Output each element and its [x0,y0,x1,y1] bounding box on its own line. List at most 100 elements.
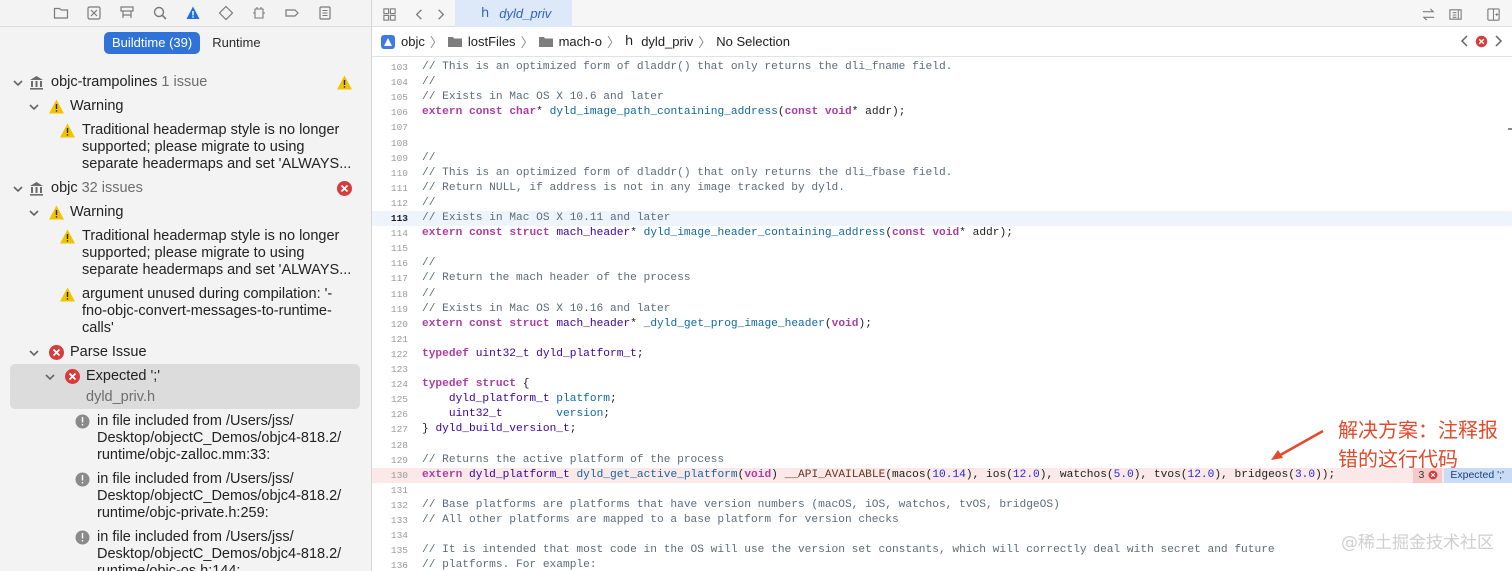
code-line[interactable]: 115 [372,241,1512,256]
code-text: // It is intended that most code in the … [422,544,1275,557]
note-text-line: runtime/objc-private.h:259: [97,505,269,521]
issue-row[interactable]: argument unused during compilation: '- f… [0,286,371,337]
code-text: // This is an optimized form of dladdr()… [422,166,953,179]
breadcrumb-file[interactable]: h dyld_priv [625,34,693,49]
code-line[interactable]: 104 // [372,75,1512,90]
code-line[interactable]: 119 // Exists in Mac OS X 10.16 and later [372,302,1512,317]
note-row[interactable]: in file included from /Users/jss/ Deskto… [0,413,371,464]
code-line[interactable]: 131 [372,483,1512,498]
note-text-line: Desktop/objectC_Demos/objc4-818.2/ [97,546,342,562]
source-control-icon[interactable] [77,2,110,24]
issue-group-objc-trampolines[interactable]: objc-trampolines 1 issue [0,74,371,91]
code-line[interactable]: 109 // [372,151,1512,166]
error-file: dyld_priv.h [86,389,156,405]
buildtime-tab[interactable]: Buildtime (39) [104,32,201,54]
code-line[interactable]: 114 extern const struct mach_header* dyld… [372,226,1512,241]
code-line[interactable]: 110 // This is an optimized form of dladd… [372,166,1512,181]
issue-text-line: supported; please migrate to using [82,245,305,261]
note-text-line: in file included from /Users/jss/ [97,413,294,429]
line-number: 113 [390,213,408,224]
code-line[interactable]: 136 // platforms. For example: [372,558,1512,571]
breadcrumb-folder[interactable]: lostFiles [447,34,516,49]
error-icon[interactable] [1475,35,1488,48]
code-line[interactable]: 121 [372,332,1512,347]
note-row[interactable]: in file included from /Users/jss/ Deskto… [0,471,371,522]
forward-chevron-icon[interactable] [430,4,450,24]
code-line[interactable]: 120 extern const struct mach_header* _dyl… [372,317,1512,332]
warning-category-row[interactable]: Warning [0,98,371,115]
code-line[interactable]: 117 // Return the mach header of the proc… [372,271,1512,286]
code-line[interactable]: 123 [372,362,1512,377]
hierarchy-icon[interactable] [110,2,143,24]
search-icon[interactable] [143,2,176,24]
parse-issue-category-row[interactable]: Parse Issue [0,344,371,361]
line-number: 132 [390,499,408,511]
grid-icon[interactable] [379,4,399,24]
code-line[interactable]: 125 dyld_platform_t platform; [372,392,1512,407]
issue-icon[interactable] [176,2,209,24]
chevron-down-icon[interactable] [28,207,40,219]
issue-scope-segmented-control: Buildtime (39) Runtime [104,32,269,54]
chevron-down-icon[interactable] [12,183,24,195]
breakpoint-icon[interactable] [275,2,308,24]
test-icon[interactable] [209,2,242,24]
report-icon[interactable] [308,2,341,24]
issue-group-objc[interactable]: objc 32 issues [0,180,371,197]
warning-icon [60,123,75,138]
swap-icon[interactable] [1418,4,1438,24]
debug-icon[interactable] [242,2,275,24]
chevron-down-icon[interactable] [12,77,24,89]
note-text-line: Desktop/objectC_Demos/objc4-818.2/ [97,430,342,446]
editor-options-icon[interactable] [1445,4,1465,24]
code-line[interactable]: 103 // This is an optimized form of dladd… [372,60,1512,75]
issue-row[interactable]: Traditional headermap style is no longer… [0,228,371,279]
category-label: Warning [70,204,124,220]
code-line[interactable]: 132 // Base platforms are platforms that … [372,498,1512,513]
line-number: 122 [390,348,408,360]
warning-category-row[interactable]: Warning [0,204,371,221]
code-line[interactable]: 116 // [372,256,1512,271]
selected-error-row[interactable]: Expected ';' dyld_priv.h [0,368,371,406]
breadcrumb-project[interactable]: objc [381,34,425,49]
breadcrumb-separator: 〉 [606,35,620,50]
line-number: 121 [390,333,408,345]
issue-text-line: calls' [82,320,114,336]
chevron-down-icon[interactable] [28,347,40,359]
breadcrumb-folder[interactable]: mach-o [538,34,602,49]
group-count: 32 issues [81,180,143,196]
warning-icon [337,75,352,90]
code-line[interactable]: 113 // Exists in Mac OS X 10.11 and later [372,211,1512,227]
line-number: 118 [390,288,408,300]
next-issue-icon[interactable] [1492,34,1504,48]
code-area[interactable]: 103 // This is an optimized form of dladd… [372,58,1512,571]
code-line[interactable]: 108 [372,136,1512,151]
issue-navigator: Buildtime (39) Runtime objc-trampolines … [0,0,372,571]
back-chevron-icon[interactable] [409,4,429,24]
chevron-down-icon[interactable] [28,101,40,113]
project-icon [381,34,395,49]
annotation-text: 解决方案：注释报错的这行代码 [1338,418,1498,471]
code-line[interactable]: 122 typedef uint32_t dyld_platform_t; [372,347,1512,362]
code-line[interactable]: 124 typedef struct { [372,377,1512,392]
line-number: 130 [390,469,408,481]
code-line[interactable]: 112 // [372,196,1512,211]
line-number: 104 [390,77,408,89]
previous-issue-icon[interactable] [1459,34,1471,48]
code-line[interactable]: 107 [372,120,1512,135]
runtime-tab[interactable]: Runtime [204,32,268,54]
warning-icon [49,205,64,220]
folder-icon[interactable] [44,2,77,24]
issue-row[interactable]: Traditional headermap style is no longer… [0,122,371,173]
note-row[interactable]: in file included from /Users/jss/ Deskto… [0,529,371,571]
code-line[interactable]: 111 // Return NULL, if address is not in … [372,181,1512,196]
breadcrumb-symbol[interactable]: No Selection [716,34,790,49]
chevron-down-icon[interactable] [44,371,56,383]
breadcrumb-label: objc [401,34,425,49]
tab-dyld-priv[interactable]: h dyld_priv [455,0,572,27]
code-line[interactable]: 118 // [372,287,1512,302]
code-line[interactable]: 105 // Exists in Mac OS X 10.6 and later [372,90,1512,105]
note-text-line: in file included from /Users/jss/ [97,529,294,545]
code-line[interactable]: 133 // All other platforms are mapped to … [372,513,1512,528]
split-editor-icon[interactable] [1483,4,1503,24]
code-line[interactable]: 106 extern const char* dyld_image_path_co… [372,105,1512,120]
